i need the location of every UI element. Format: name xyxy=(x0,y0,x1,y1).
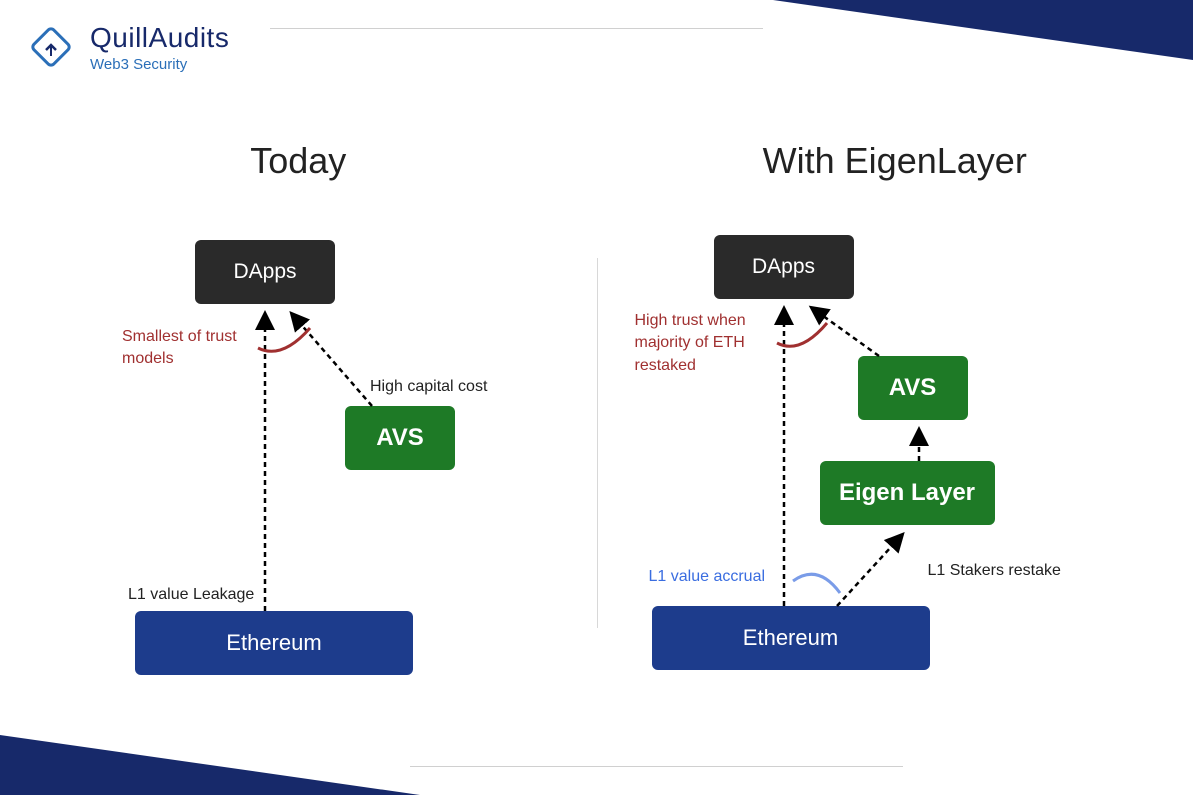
annotation-cost: High capital cost xyxy=(370,376,487,398)
panel-title-eigen: With EigenLayer xyxy=(597,140,1193,182)
annotation-trust: Smallest of trust models xyxy=(122,326,252,371)
box-avs: AVS xyxy=(345,406,455,470)
decorative-corner-top xyxy=(773,0,1193,60)
panel-title-today: Today xyxy=(0,140,597,182)
box-eigenlayer: Eigen Layer xyxy=(820,461,995,525)
annotation-restake: L1 Stakers restake xyxy=(928,560,1061,582)
decorative-line-top xyxy=(270,28,763,29)
box-dapps: DApps xyxy=(195,240,335,304)
box-avs: AVS xyxy=(858,356,968,420)
annotation-trust: High trust when majority of ETH restaked xyxy=(635,310,765,377)
annotation-accrual: L1 value accrual xyxy=(649,566,766,588)
box-ethereum: Ethereum xyxy=(135,611,413,675)
decorative-corner-bottom xyxy=(0,735,420,795)
brand-name: QuillAudits xyxy=(90,22,229,54)
annotation-leakage: L1 value Leakage xyxy=(128,584,254,606)
brand-tagline: Web3 Security xyxy=(90,56,229,73)
vertical-divider xyxy=(597,258,598,628)
decorative-line-bottom xyxy=(410,766,903,767)
box-ethereum: Ethereum xyxy=(652,606,930,670)
panel-eigenlayer: With EigenLayer DApps AVS Eigen Layer Et… xyxy=(597,140,1193,700)
box-dapps: DApps xyxy=(714,235,854,299)
brand-logo: QuillAudits Web3 Security xyxy=(24,20,229,74)
panel-today: Today DApps AVS Ethereum Smallest of tru… xyxy=(0,140,597,700)
feather-icon xyxy=(24,20,78,74)
